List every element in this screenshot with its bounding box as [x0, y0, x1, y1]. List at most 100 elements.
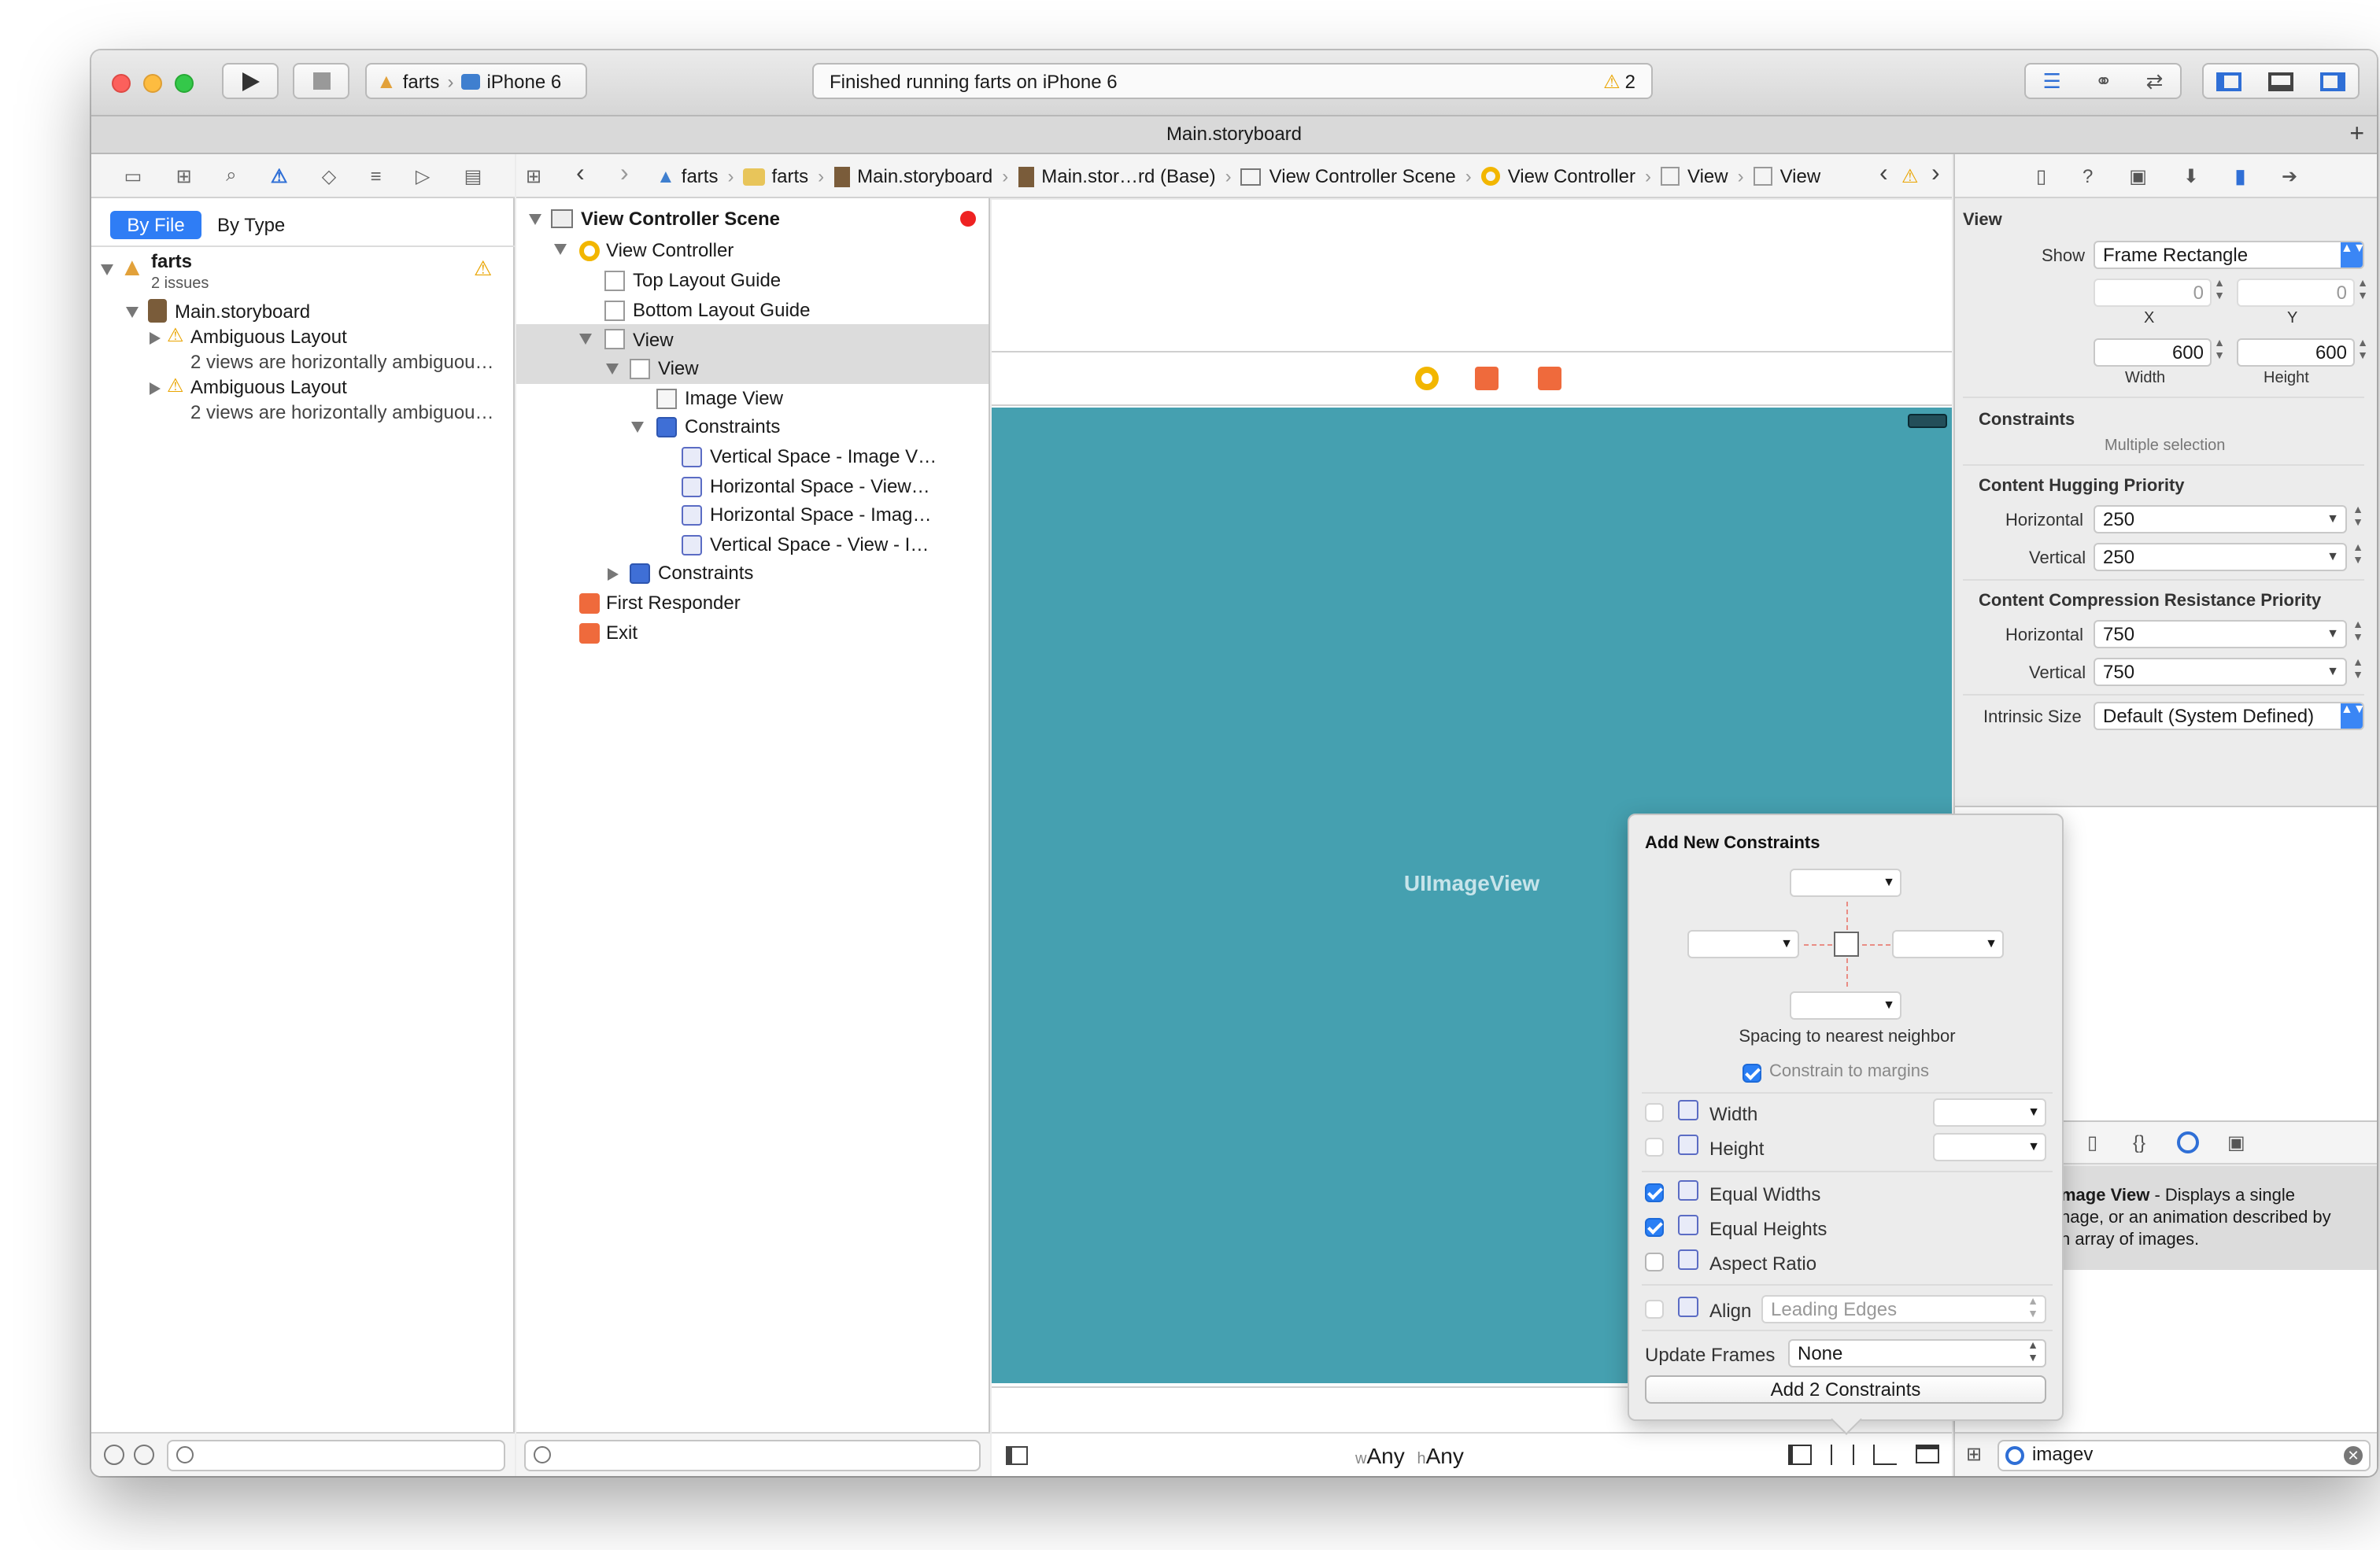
- issue-title[interactable]: Ambiguous Layout: [190, 324, 347, 349]
- assistant-editor-icon[interactable]: ⚭: [2095, 68, 2112, 94]
- search-icon[interactable]: ⌕: [226, 164, 236, 187]
- x-stepper[interactable]: ▲ ▼: [2213, 279, 2226, 307]
- error-badge-icon[interactable]: [960, 211, 976, 227]
- equal-heights-checkbox[interactable]: [1645, 1218, 1664, 1237]
- outline-top-layout-guide[interactable]: Top Layout Guide: [633, 268, 781, 293]
- equal-widths-checkbox[interactable]: [1645, 1183, 1664, 1202]
- storyboard-file[interactable]: Main.storyboard: [175, 299, 310, 324]
- breadcrumb-item[interactable]: farts: [771, 154, 808, 198]
- minimize-window-button[interactable]: [143, 74, 162, 93]
- size-class-control[interactable]: wAny hAny: [1355, 1443, 1464, 1468]
- disclosure-down-icon[interactable]: [606, 364, 619, 375]
- width-value-field[interactable]: ▼: [1933, 1098, 2046, 1127]
- object-library-icon[interactable]: [2177, 1131, 2199, 1153]
- scheme-selector[interactable]: ▲ farts › iPhone 6: [365, 63, 587, 99]
- hug-vertical-stepper[interactable]: ▲ ▼: [2352, 543, 2364, 571]
- outline-constraint-item[interactable]: Horizontal Space - Imag…: [710, 502, 931, 527]
- by-type-tab[interactable]: By Type: [217, 211, 285, 239]
- pin-icon[interactable]: [1831, 1445, 1854, 1465]
- comp-horizontal-field[interactable]: 750 ▼: [2094, 620, 2347, 648]
- outline-constraint-item[interactable]: Vertical Space - View - I…: [710, 532, 929, 557]
- height-stepper[interactable]: ▲ ▼: [2356, 338, 2369, 367]
- width-checkbox[interactable]: [1645, 1103, 1664, 1122]
- symbol-icon[interactable]: ⊞: [176, 164, 192, 186]
- test-icon[interactable]: ◇: [322, 164, 336, 186]
- breadcrumb-item[interactable]: Main.stor…rd (Base): [1041, 154, 1215, 198]
- identity-inspector-icon[interactable]: ▣: [2129, 164, 2147, 186]
- previous-issue-icon[interactable]: ‹: [1879, 161, 1888, 189]
- breadcrumb-item[interactable]: Main.storyboard: [857, 154, 992, 198]
- warning-icon[interactable]: ⚠: [1901, 165, 1919, 187]
- code-snippet-icon[interactable]: {}: [2133, 1131, 2145, 1153]
- utilities-toggle-icon[interactable]: [2319, 72, 2345, 90]
- debug-icon[interactable]: ≡: [371, 164, 382, 186]
- attributes-inspector-icon[interactable]: ⬇: [2183, 164, 2199, 186]
- size-inspector-icon[interactable]: ▮: [2235, 164, 2245, 186]
- resizing-behavior-icon[interactable]: [1916, 1445, 1939, 1463]
- comp-vertical-stepper[interactable]: ▲ ▼: [2352, 658, 2364, 686]
- disclosure-right-icon[interactable]: [608, 568, 619, 581]
- breadcrumb-item[interactable]: View Controller Scene: [1269, 154, 1456, 198]
- leading-strut-icon[interactable]: [1804, 944, 1832, 946]
- outline-toggle-icon[interactable]: [1006, 1446, 1028, 1465]
- leading-spacing-field[interactable]: ▼: [1687, 930, 1799, 958]
- bottom-spacing-field[interactable]: ▼: [1790, 991, 1901, 1020]
- by-file-tab[interactable]: By File: [110, 211, 201, 239]
- y-field[interactable]: 0: [2237, 279, 2355, 307]
- add-tab-button[interactable]: +: [2349, 116, 2364, 153]
- forward-icon[interactable]: ›: [620, 161, 629, 189]
- file-template-icon[interactable]: ▯: [2087, 1131, 2097, 1153]
- connections-inspector-icon[interactable]: ➔: [2282, 164, 2297, 186]
- debug-area-toggle-icon[interactable]: [2267, 72, 2293, 90]
- next-issue-icon[interactable]: ›: [1931, 161, 1940, 189]
- outline-filter-input[interactable]: [524, 1440, 981, 1471]
- version-editor-icon[interactable]: ⇄: [2146, 68, 2164, 94]
- outline-scene[interactable]: View Controller Scene: [581, 206, 780, 231]
- disclosure-down-icon[interactable]: [529, 214, 541, 225]
- outline-constraint-item[interactable]: Horizontal Space - View…: [710, 474, 930, 499]
- disclosure-down-icon[interactable]: [101, 264, 113, 275]
- top-spacing-field[interactable]: ▼: [1790, 869, 1901, 897]
- trailing-strut-icon[interactable]: [1862, 944, 1890, 946]
- outline-exit[interactable]: Exit: [606, 620, 638, 645]
- grid-view-icon[interactable]: ⊞: [1966, 1443, 1982, 1465]
- warning-badge[interactable]: ⚠ 2: [1603, 70, 1635, 92]
- clear-search-icon[interactable]: ✕: [2344, 1446, 2363, 1465]
- navigator-filter-input[interactable]: [167, 1440, 505, 1471]
- outline-bottom-layout-guide[interactable]: Bottom Layout Guide: [633, 297, 810, 323]
- top-strut-icon[interactable]: [1846, 902, 1848, 930]
- breadcrumb-item[interactable]: View: [1780, 154, 1821, 198]
- trailing-spacing-field[interactable]: ▼: [1892, 930, 2004, 958]
- run-button[interactable]: [222, 63, 279, 99]
- update-frames-popup[interactable]: None ▲ ▼: [1788, 1339, 2046, 1367]
- outline-constraints[interactable]: Constraints: [658, 560, 753, 585]
- aspect-ratio-checkbox[interactable]: [1645, 1253, 1664, 1271]
- file-inspector-icon[interactable]: ▯: [2036, 164, 2046, 186]
- quick-help-icon[interactable]: ?: [2082, 164, 2093, 186]
- hug-horizontal-field[interactable]: 250 ▼: [2094, 505, 2347, 533]
- breakpoint-icon[interactable]: ▷: [416, 164, 430, 186]
- zoom-window-button[interactable]: [175, 74, 194, 93]
- exit-icon[interactable]: [1538, 367, 1561, 390]
- bottom-strut-icon[interactable]: [1846, 958, 1848, 987]
- align-icon[interactable]: [1788, 1445, 1812, 1465]
- width-field[interactable]: 600: [2094, 338, 2212, 367]
- tab-main-storyboard[interactable]: Main.storyboard: [1166, 123, 1302, 145]
- media-library-icon[interactable]: ▣: [2227, 1131, 2245, 1153]
- x-field[interactable]: 0: [2094, 279, 2212, 307]
- standard-editor-icon[interactable]: ☰: [2043, 68, 2061, 94]
- height-field[interactable]: 600: [2237, 338, 2355, 367]
- disclosure-right-icon[interactable]: [150, 382, 161, 395]
- y-stepper[interactable]: ▲ ▼: [2356, 279, 2369, 307]
- align-checkbox[interactable]: [1645, 1300, 1664, 1319]
- library-search-input[interactable]: imagev ✕: [1998, 1440, 2371, 1471]
- recent-filter-icon[interactable]: [104, 1445, 124, 1465]
- height-checkbox[interactable]: [1645, 1138, 1664, 1157]
- warning-nav-icon[interactable]: ⚠: [271, 164, 288, 186]
- breadcrumb-item[interactable]: farts: [682, 154, 719, 198]
- stop-button[interactable]: [293, 63, 349, 99]
- disclosure-down-icon[interactable]: [554, 244, 567, 255]
- outline-view[interactable]: View: [633, 327, 674, 352]
- report-icon[interactable]: ▤: [464, 164, 482, 186]
- outline-first-responder[interactable]: First Responder: [606, 590, 741, 615]
